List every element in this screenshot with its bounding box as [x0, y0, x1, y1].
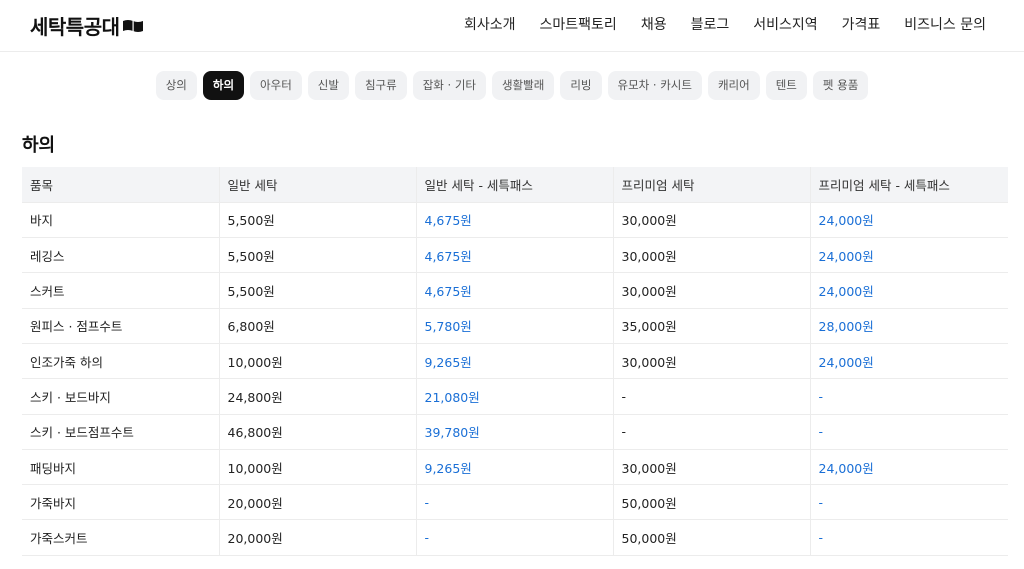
category-tab[interactable]: 리빙: [560, 70, 602, 100]
section-title: 하의: [22, 135, 56, 156]
table-row: 가죽스커트 20,000원 -50,000원 -: [22, 519, 1008, 556]
nav-item[interactable]: 가격표: [842, 14, 881, 34]
item-name-cell: 스키 · 보드점프수트: [22, 414, 219, 450]
column-header: 프리미엄 세탁 - 세특패스: [809, 167, 1008, 203]
table-row: 인조가죽 하의 10,000원 9,265원 30,000원 24,000원: [22, 343, 1008, 380]
site-header: 세탁특공대 회사소개 스마트팩토리 채용 블로그 서비스지역 가격표 비즈니스 문의: [0, 0, 1024, 52]
price-cell: 20,000원: [218, 484, 416, 521]
column-header: 일반 세탁: [218, 167, 416, 203]
table-row: 바지 5,500원 4,675원 30,000원 24,000원: [22, 202, 1008, 239]
table-row: 패딩바지 10,000원 9,265원 30,000원 24,000원: [22, 449, 1008, 486]
table-row: 스키 · 보드점프수트 46,800원 39,780원 - -: [22, 414, 1008, 450]
nav-item[interactable]: 블로그: [691, 14, 730, 34]
table-row: 레깅스 5,500원 4,675원 30,000원 24,000원: [22, 237, 1008, 274]
price-cell: 28,000원: [809, 308, 1008, 344]
category-tab[interactable]: 생활빨래: [492, 70, 555, 100]
price-cell: 5,500원: [218, 202, 416, 239]
column-header: 프리미엄 세탁: [612, 167, 810, 203]
category-tab[interactable]: 캐리어: [707, 70, 760, 100]
price-cell: 4,675원: [415, 202, 613, 239]
price-cell: 30,000원: [612, 449, 810, 486]
price-table: 품목 일반 세탁 일반 세탁 - 세특패스 프리미엄 세탁 프리미엄 세탁 - 세특패스…: [22, 167, 1008, 556]
category-tab[interactable]: 상의: [155, 70, 197, 100]
price-cell: 24,800원: [218, 378, 416, 415]
table-header-row: 품목 일반 세탁 일반 세탁 - 세특패스 프리미엄 세탁 프리미엄 세탁 - 세특패스: [22, 167, 1008, 203]
main-nav: 회사소개 스마트팩토리 채용 블로그 서비스지역 가격표 비즈니스 문의: [440, 14, 986, 34]
price-cell: 21,080원: [415, 378, 613, 415]
price-cell: 24,000원: [809, 449, 1008, 486]
price-cell: 30,000원: [612, 202, 810, 239]
item-name-cell: 스키 · 보드바지: [22, 378, 219, 415]
price-cell: 9,265원: [415, 343, 613, 380]
category-tab[interactable]: 펫 용품: [812, 70, 869, 100]
price-cell: -: [809, 484, 1008, 521]
price-cell: 9,265원: [415, 449, 613, 486]
nav-item[interactable]: 비즈니스 문의: [904, 14, 986, 34]
price-cell: 5,780원: [415, 308, 613, 344]
item-name-cell: 인조가죽 하의: [22, 343, 219, 380]
logo[interactable]: 세탁특공대: [30, 11, 144, 40]
price-cell: -: [612, 414, 810, 450]
price-cell: 24,000원: [809, 272, 1008, 309]
price-cell: 30,000원: [612, 237, 810, 274]
price-cell: -: [809, 414, 1008, 450]
item-name-cell: 패딩바지: [22, 449, 219, 486]
table-row: 원피스 · 점프수트 6,800원 5,780원 35,000원 28,000원: [22, 308, 1008, 344]
category-tab[interactable]: 아우터: [250, 70, 302, 100]
price-cell: 46,800원: [218, 414, 416, 450]
price-cell: 5,500원: [218, 237, 416, 274]
logo-text: 세탁특공대: [30, 15, 120, 39]
price-cell: 50,000원: [612, 519, 810, 556]
category-tab[interactable]: 신발: [307, 70, 349, 100]
price-cell: 35,000원: [612, 308, 810, 344]
table-row: 스키 · 보드바지 24,800원 21,080원 - -: [22, 378, 1008, 415]
nav-item[interactable]: 서비스지역: [753, 14, 817, 34]
price-cell: 24,000원: [809, 202, 1008, 239]
price-cell: 39,780원: [415, 414, 613, 450]
price-cell: 10,000원: [218, 343, 416, 380]
column-header: 품목: [22, 167, 219, 203]
price-cell: -: [415, 484, 613, 521]
item-name-cell: 가죽바지: [22, 484, 219, 521]
item-name-cell: 원피스 · 점프수트: [22, 308, 219, 344]
price-cell: -: [612, 378, 810, 415]
item-name-cell: 가죽스커트: [22, 519, 219, 556]
price-cell: -: [809, 378, 1008, 415]
table-row: 스커트 5,500원 4,675원 30,000원 24,000원: [22, 272, 1008, 309]
price-cell: 50,000원: [612, 484, 810, 521]
price-cell: 24,000원: [809, 343, 1008, 380]
price-cell: 24,000원: [809, 237, 1008, 274]
nav-item[interactable]: 회사소개: [464, 14, 516, 34]
price-cell: 5,500원: [218, 272, 416, 309]
column-header: 일반 세탁 - 세특패스: [415, 167, 613, 203]
price-cell: 4,675원: [415, 272, 613, 309]
category-tabs: 상의 하의 아우터 신발 침구류 잡화 · 기타 생활빨래 리빙 유모차 · 카시트 캐리어 텐트 펫…: [0, 70, 1024, 100]
flag-icon: [122, 14, 144, 38]
table-row: 가죽바지 20,000원 -50,000원 -: [22, 484, 1008, 521]
price-cell: -: [809, 519, 1008, 556]
nav-item[interactable]: 채용: [641, 14, 667, 34]
category-tab[interactable]: 유모차 · 카시트: [607, 70, 702, 100]
category-tab[interactable]: 텐트: [765, 70, 807, 100]
price-cell: 4,675원: [415, 237, 613, 274]
table-body: 바지 5,500원 4,675원 30,000원 24,000원 레깅스 5,500원 4,6…: [22, 202, 1008, 556]
price-cell: 20,000원: [218, 519, 416, 556]
nav-item[interactable]: 스마트팩토리: [540, 14, 617, 34]
price-cell: 30,000원: [612, 272, 810, 309]
price-cell: 6,800원: [218, 308, 416, 344]
category-tab[interactable]: 침구류: [354, 70, 407, 100]
price-cell: 10,000원: [218, 449, 416, 486]
category-tab[interactable]: 하의: [202, 70, 245, 100]
item-name-cell: 레깅스: [22, 237, 219, 274]
price-cell: 30,000원: [612, 343, 810, 380]
category-tab[interactable]: 잡화 · 기타: [412, 70, 487, 100]
price-cell: -: [415, 519, 613, 556]
item-name-cell: 스커트: [22, 272, 219, 309]
item-name-cell: 바지: [22, 202, 219, 239]
